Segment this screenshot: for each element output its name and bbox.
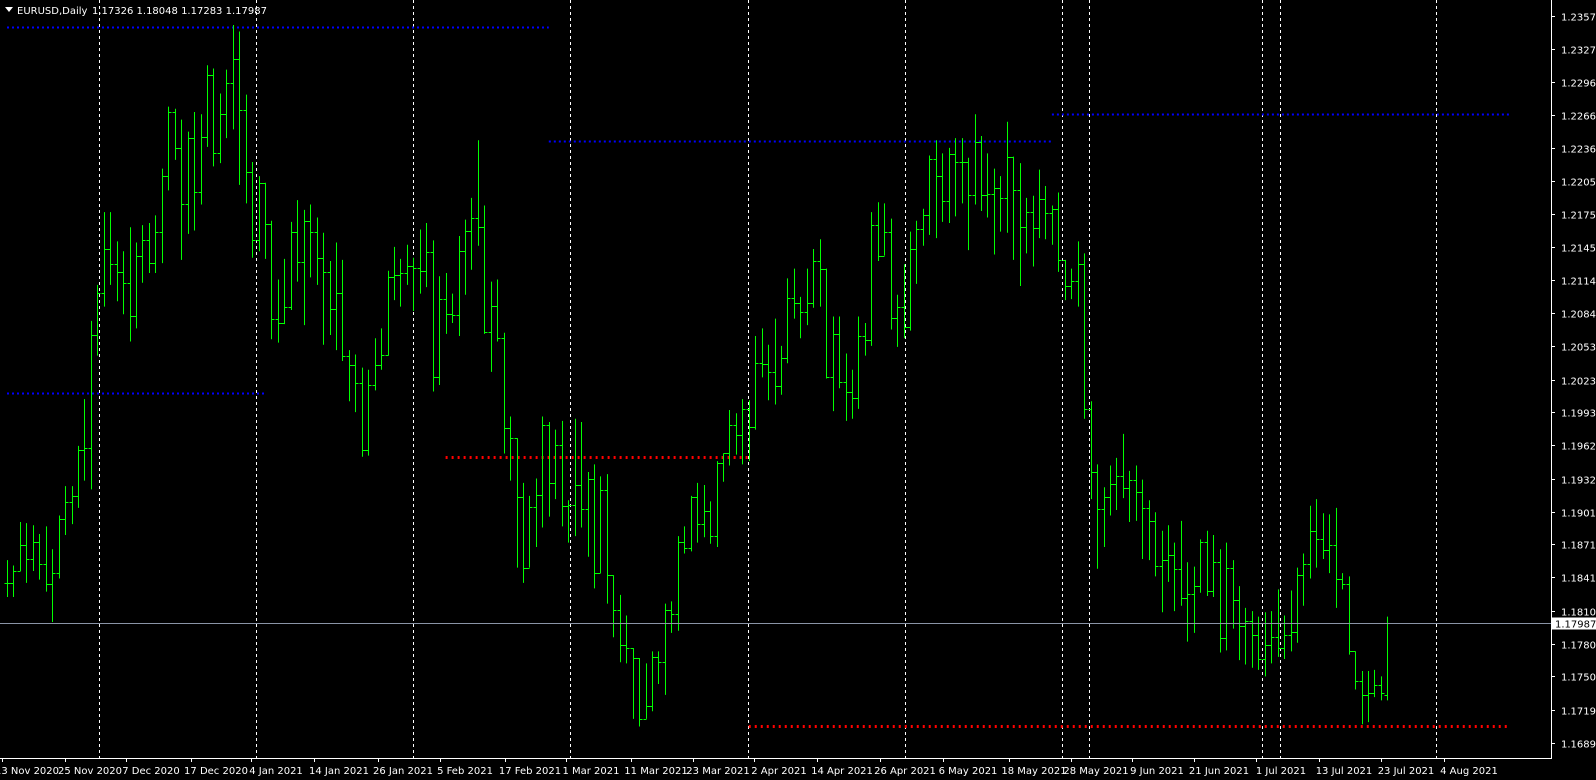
x-tick-label: 6 May 2021 (939, 766, 998, 777)
y-tick-label: 1.19625 (1561, 442, 1596, 453)
x-tick-label: 23 Jul 2021 (1378, 766, 1435, 777)
y-tick-label: 1.20840 (1561, 310, 1596, 321)
y-tick-label: 1.17195 (1561, 707, 1596, 718)
symbol-label: EURUSD,Daily (17, 6, 88, 17)
x-tick-label: 28 May 2021 (1063, 766, 1128, 777)
y-tick-label: 1.22965 (1561, 79, 1596, 90)
x-tick-label: 21 Jun 2021 (1189, 766, 1249, 777)
chart-header: EURUSD,Daily 1.17326 1.18048 1.17283 1.1… (5, 6, 267, 17)
y-tick-label: 1.22360 (1561, 145, 1596, 156)
x-tick-label: 4 Aug 2021 (1440, 766, 1498, 777)
current-price-marker: 1.17987 (1552, 617, 1596, 631)
y-tick-label: 1.19930 (1561, 409, 1596, 420)
x-tick-label: 2 Apr 2021 (751, 766, 806, 777)
current-price-label: 1.17987 (1555, 620, 1596, 631)
x-tick-label: 26 Jan 2021 (373, 766, 433, 777)
x-tick-label: 17 Feb 2021 (499, 766, 561, 777)
x-tick-label: 11 Mar 2021 (624, 766, 687, 777)
x-tick-label: 13 Nov 2020 (0, 766, 59, 777)
x-tick-label: 13 Jul 2021 (1316, 766, 1373, 777)
x-tick-label: 4 Jan 2021 (249, 766, 303, 777)
y-tick-label: 1.23270 (1561, 46, 1596, 57)
x-tick-label: 9 Jun 2021 (1130, 766, 1184, 777)
y-tick-label: 1.17800 (1561, 641, 1596, 652)
y-tick-label: 1.18105 (1561, 608, 1596, 619)
ohlc-values: 1.17326 1.18048 1.17283 1.17987 (92, 6, 267, 17)
y-tick-label: 1.22665 (1561, 112, 1596, 123)
x-tick-label: 14 Jan 2021 (309, 766, 369, 777)
ohlc-chart[interactable]: 1.23575 1.23270 1.22965 1.22665 1.22360 1.220… (0, 0, 1596, 780)
x-tick-label: 23 Mar 2021 (686, 766, 749, 777)
y-tick-label: 1.20230 (1561, 377, 1596, 388)
x-tick-label: 26 Apr 2021 (874, 766, 936, 777)
y-tick-label: 1.19015 (1561, 509, 1596, 520)
y-tick-label: 1.21450 (1561, 244, 1596, 255)
x-tick-label: 5 Feb 2021 (437, 766, 493, 777)
y-tick-label: 1.21750 (1561, 211, 1596, 222)
x-tick-label: 17 Dec 2020 (184, 766, 248, 777)
y-tick-label: 1.19320 (1561, 476, 1596, 487)
x-tick-label: 18 May 2021 (1001, 766, 1066, 777)
y-tick-label: 1.21145 (1561, 277, 1596, 288)
x-tick-label: 7 Dec 2020 (122, 766, 180, 777)
y-tick-label: 1.18715 (1561, 541, 1596, 552)
x-tick-label: 14 Apr 2021 (811, 766, 873, 777)
y-tick-label: 1.20535 (1561, 343, 1596, 354)
y-tick-label: 1.23575 (1561, 13, 1596, 24)
x-tick-label: 25 Nov 2020 (58, 766, 122, 777)
x-tick-label: 1 Mar 2021 (562, 766, 619, 777)
y-tick-label: 1.18410 (1561, 574, 1596, 585)
y-tick-label: 1.22055 (1561, 178, 1596, 189)
y-tick-label: 1.16890 (1561, 740, 1596, 751)
x-tick-label: 1 Jul 2021 (1256, 766, 1306, 777)
y-tick-label: 1.17500 (1561, 673, 1596, 684)
